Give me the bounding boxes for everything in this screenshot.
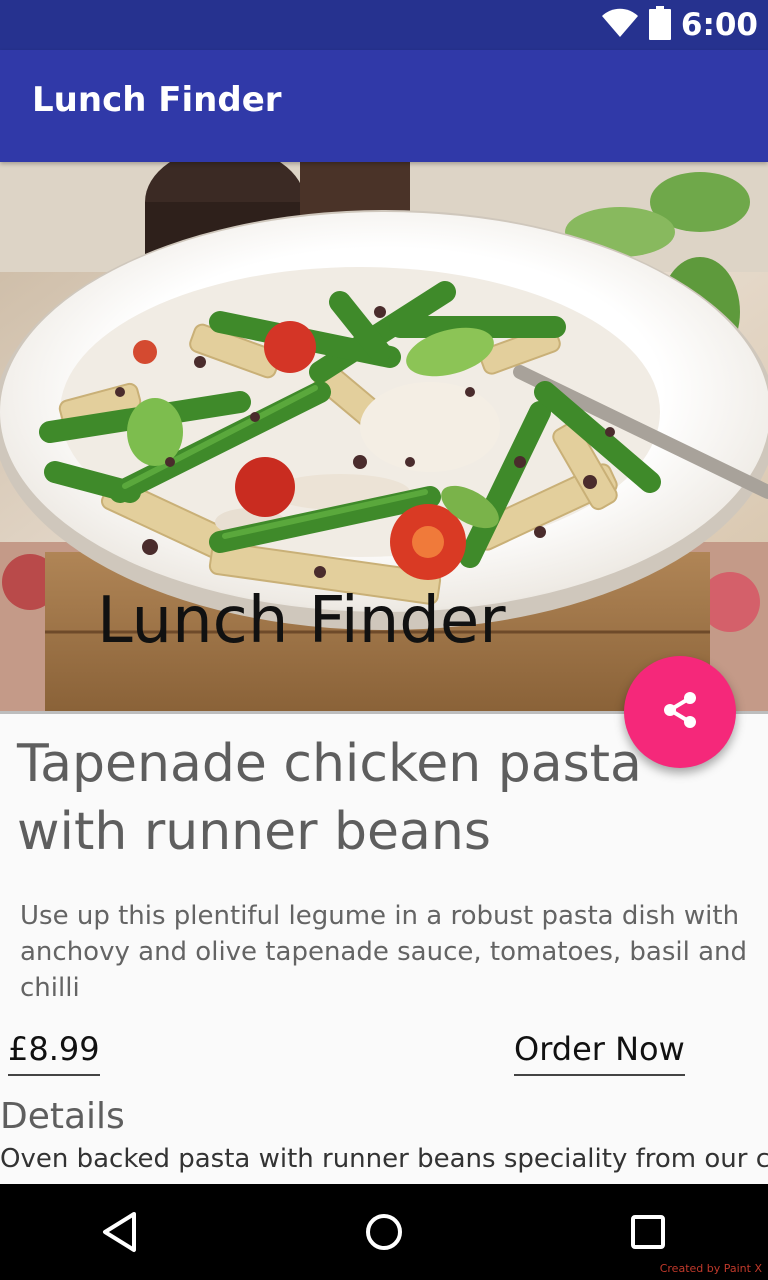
share-icon <box>660 690 700 734</box>
details-heading: Details <box>0 1096 125 1137</box>
share-button[interactable] <box>624 656 736 768</box>
watermark: Created by Paint X <box>659 1262 762 1275</box>
app-bar-title: Lunch Finder <box>32 80 282 120</box>
wifi-icon <box>601 8 639 42</box>
hero-image: Lunch Finder <box>0 162 768 712</box>
order-now-button[interactable]: Order Now <box>514 1030 685 1076</box>
recipe-description: Use up this plentiful legume in a robust… <box>20 901 748 1003</box>
battery-icon <box>648 6 671 44</box>
recents-button[interactable] <box>618 1204 678 1264</box>
details-text: Oven backed pasta with runner beans spec… <box>0 1144 768 1174</box>
back-icon <box>100 1211 140 1257</box>
price-label: £8.99 <box>8 1030 100 1076</box>
home-icon <box>364 1212 404 1256</box>
home-button[interactable] <box>354 1204 414 1264</box>
status-time: 6:00 <box>680 7 758 43</box>
navigation-bar: Created by Paint X <box>0 1184 768 1280</box>
status-bar: 6:00 <box>0 0 768 50</box>
app-bar: Lunch Finder <box>0 50 768 162</box>
status-icons: 6:00 <box>601 0 758 50</box>
hero-title: Lunch Finder <box>97 584 506 658</box>
recents-icon <box>630 1214 666 1254</box>
back-button[interactable] <box>90 1204 150 1264</box>
screen: 6:00 Lunch Finder Lunch Finder Tapenade … <box>0 0 768 1280</box>
